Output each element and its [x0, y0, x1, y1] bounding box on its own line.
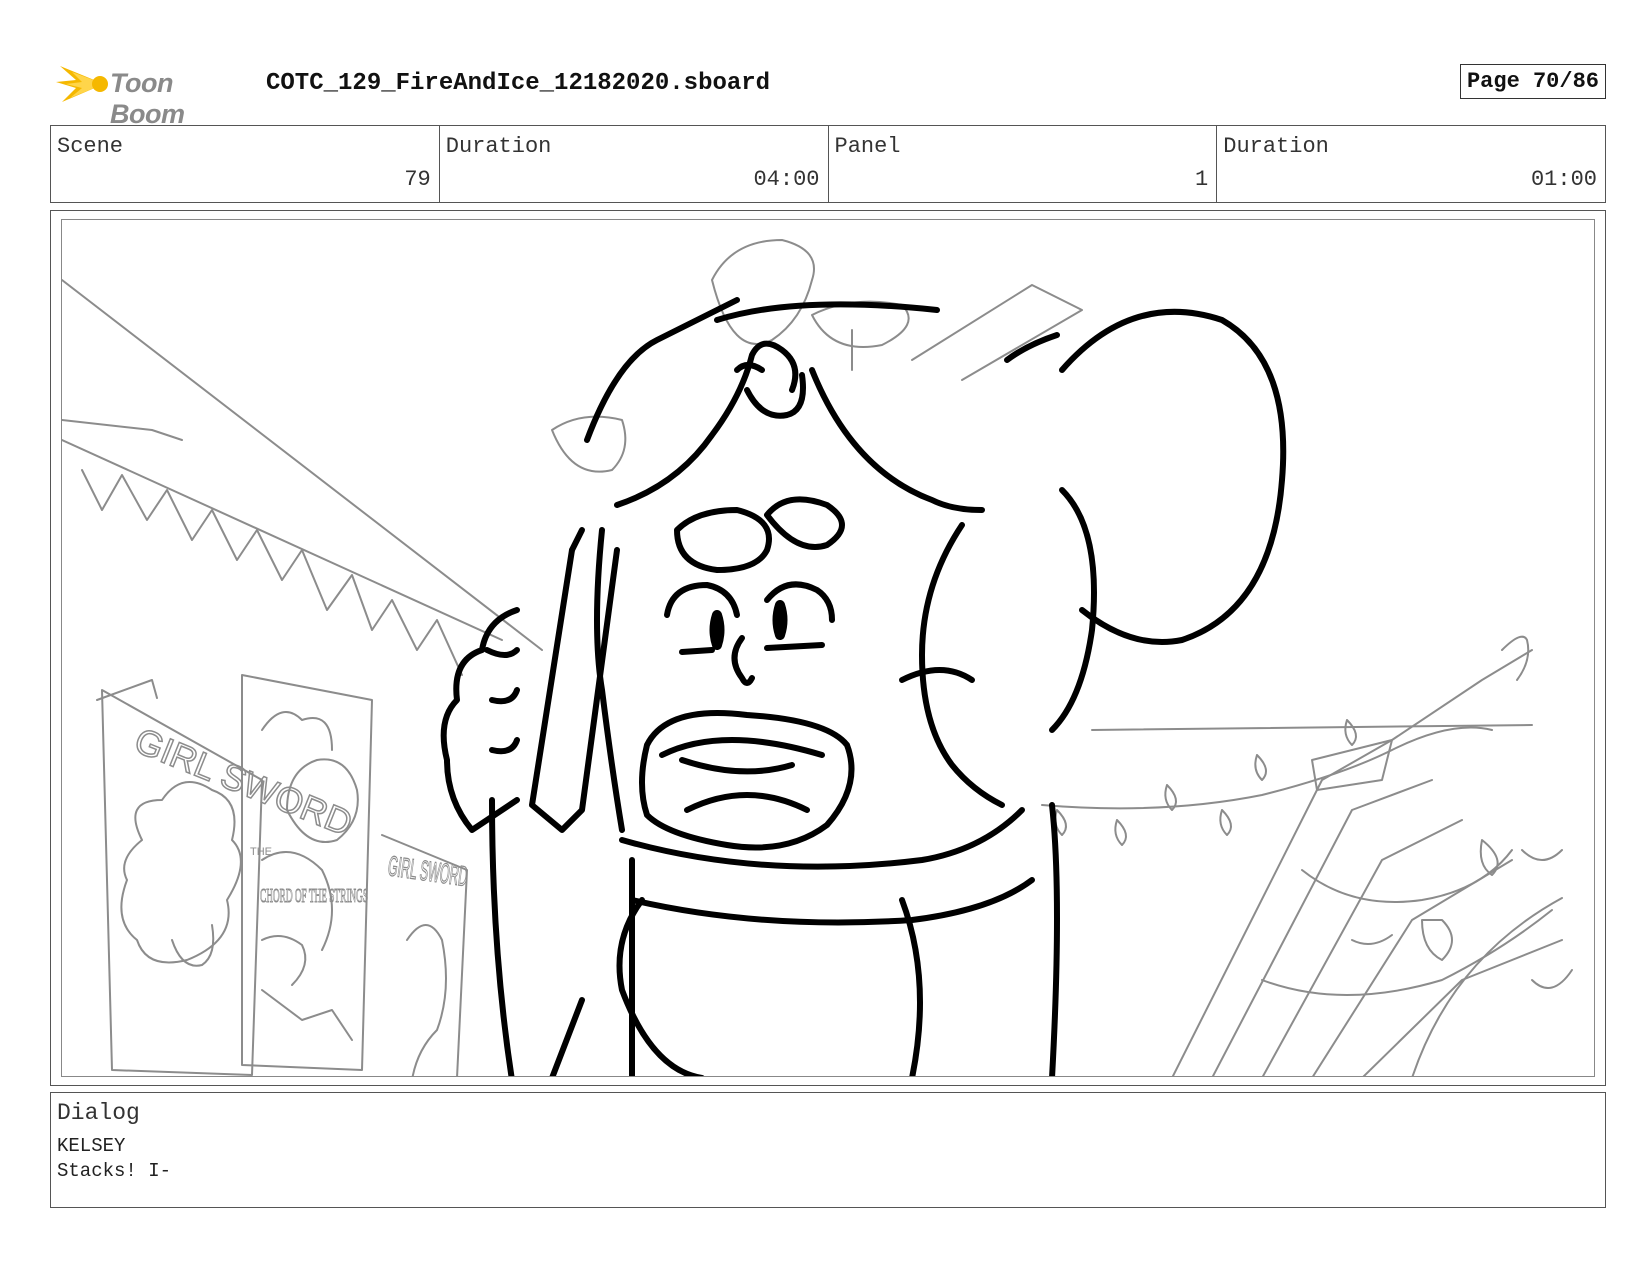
file-name: COTC_129_FireAndIce_12182020.sboard	[266, 70, 771, 97]
dialog-box: Dialog KELSEY Stacks! I-	[50, 1092, 1606, 1208]
panel-cell: Panel 1	[829, 126, 1218, 202]
poster-left-title: GIRL SWORD	[129, 719, 358, 843]
scene-value: 79	[404, 167, 431, 192]
storyboard-sketch: GIRL SWORD THE CHORD OF THE STRINGS GIRL…	[62, 239, 1573, 1076]
poster-middle-small-title: THE	[250, 846, 272, 858]
panel-frame: GIRL SWORD THE CHORD OF THE STRINGS GIRL…	[50, 210, 1606, 1086]
scene-duration-cell: Duration 04:00	[440, 126, 829, 202]
panel-duration-value: 01:00	[1530, 167, 1597, 192]
panel-duration-cell: Duration 01:00	[1217, 126, 1605, 202]
panel-info-row: Scene 79 Duration 04:00 Panel 1 Duration…	[50, 125, 1606, 203]
poster-right-title: GIRL SWORD	[386, 850, 470, 892]
dialog-speaker: KELSEY	[57, 1135, 126, 1157]
poster-middle-title: CHORD OF THE STRINGS	[260, 885, 368, 907]
scene-label: Scene	[57, 134, 124, 159]
logo-text: Toon Boom	[110, 68, 185, 129]
dialog-line: Stacks! I-	[57, 1160, 172, 1182]
dialog-label: Dialog	[57, 1100, 140, 1126]
page-header: Toon Boom COTC_129_FireAndIce_12182020.s…	[50, 58, 1606, 129]
character-kelsey	[440, 297, 1287, 1076]
panel-duration-label: Duration	[1223, 134, 1329, 159]
panel-drawing-area: GIRL SWORD THE CHORD OF THE STRINGS GIRL…	[61, 219, 1595, 1077]
scene-duration-label: Duration	[445, 134, 552, 159]
panel-value: 1	[1195, 167, 1209, 192]
page-number: Page 70/86	[1459, 64, 1606, 99]
toon-boom-logo: Toon Boom	[54, 58, 254, 129]
scene-duration-value: 04:00	[753, 167, 820, 192]
panel-label: Panel	[834, 134, 901, 159]
toon-boom-starburst-icon	[56, 66, 108, 102]
background-sketch	[62, 239, 1573, 1076]
scene-cell: Scene 79	[51, 126, 440, 202]
